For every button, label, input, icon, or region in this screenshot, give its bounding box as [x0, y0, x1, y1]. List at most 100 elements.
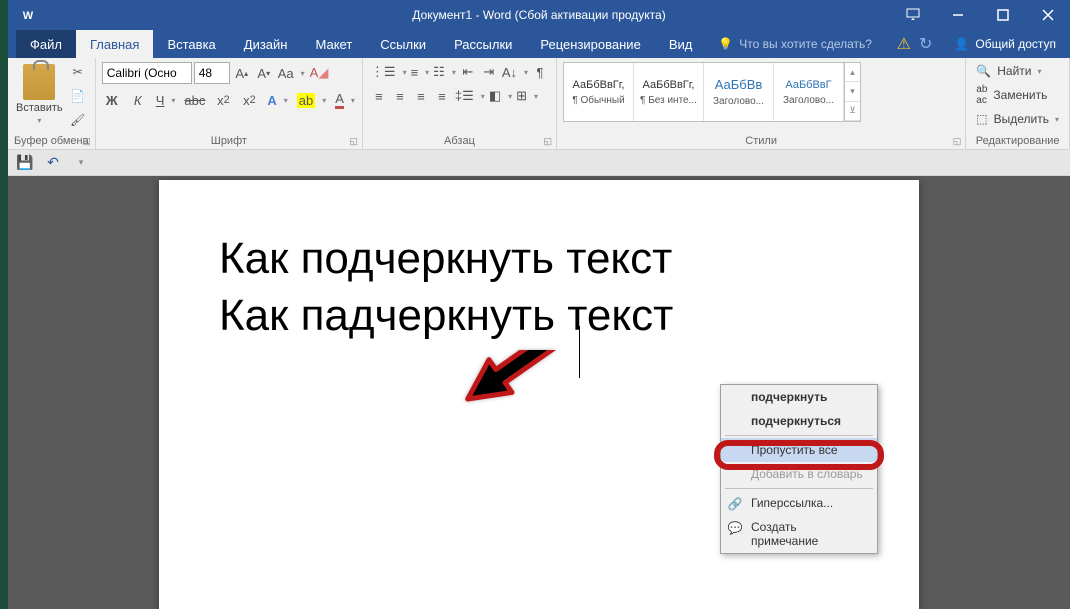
grow-font-button[interactable]: A▴ — [232, 63, 252, 83]
clear-formatting-button[interactable]: A◢ — [308, 63, 331, 83]
clipboard-group-label: Буфер обмена — [14, 135, 89, 147]
tab-home[interactable]: Главная — [76, 30, 153, 58]
underline-button[interactable]: Ч — [154, 90, 177, 110]
ctx-hyperlink-label: Гиперссылка... — [751, 496, 833, 510]
ribbon-options-button[interactable] — [890, 0, 935, 30]
styles-scroll-up[interactable]: ▴ — [845, 63, 860, 82]
tab-layout[interactable]: Макет — [301, 30, 366, 58]
minimize-button[interactable] — [935, 0, 980, 30]
tab-mailings[interactable]: Рассылки — [440, 30, 526, 58]
font-launcher[interactable]: ◱ — [349, 136, 358, 147]
bold-button[interactable]: Ж — [102, 90, 122, 110]
numbering-icon: ≡ — [411, 65, 419, 80]
paste-label: Вставить — [16, 102, 63, 114]
align-center-button[interactable]: ≡ — [390, 86, 410, 106]
share-button[interactable]: 👤 Общий доступ — [940, 30, 1070, 58]
borders-button[interactable]: ⊞ — [514, 86, 539, 106]
styles-gallery[interactable]: АаБбВвГг, ¶ Обычный АаБбВвГг, ¶ Без инте… — [563, 62, 861, 122]
align-right-icon: ≡ — [417, 89, 425, 104]
styles-more[interactable]: ⊻ — [845, 102, 860, 121]
line2-after: текст — [555, 291, 673, 340]
line-spacing-button[interactable]: ‡☰ — [453, 86, 486, 106]
multilevel-button[interactable]: ☷ — [431, 62, 457, 82]
increase-indent-button[interactable]: ⇥ — [479, 62, 499, 82]
decrease-indent-button[interactable]: ⇤ — [458, 62, 478, 82]
shrink-font-button[interactable]: A▾ — [254, 63, 274, 83]
copy-button[interactable]: 📄 — [67, 86, 89, 106]
ctx-ignore-all[interactable]: Пропустить все — [721, 438, 877, 462]
select-button[interactable]: ⬚Выделить▾ — [972, 110, 1063, 128]
paragraph-launcher[interactable]: ◱ — [543, 136, 552, 147]
ctx-suggestion-2[interactable]: подчеркнуться — [721, 409, 877, 433]
comment-icon: 💬 — [727, 520, 743, 536]
bullets-button[interactable]: ⋮☰ — [369, 62, 408, 82]
styles-launcher[interactable]: ◱ — [953, 136, 962, 147]
superscript-button[interactable]: x2 — [239, 90, 259, 110]
paintbrush-icon: 🖌 — [70, 113, 85, 127]
doc-line-2: Как падчеркнуть текст — [219, 287, 859, 344]
sort-button[interactable]: A↓ — [500, 62, 529, 82]
style-no-spacing[interactable]: АаБбВвГг, ¶ Без инте... — [634, 63, 704, 121]
numbering-button[interactable]: ≡ — [409, 62, 431, 82]
ctx-add-to-dictionary[interactable]: Добавить в словарь — [721, 462, 877, 486]
tab-design[interactable]: Дизайн — [230, 30, 302, 58]
outdent-icon: ⇤ — [462, 64, 473, 80]
align-center-icon: ≡ — [396, 89, 404, 104]
subscript-button[interactable]: x2 — [213, 90, 233, 110]
undo-button[interactable]: ↶ — [44, 154, 62, 172]
font-size-input[interactable] — [194, 62, 230, 84]
bucket-icon: ◧ — [489, 88, 501, 104]
format-painter-button[interactable]: 🖌 — [67, 110, 89, 130]
spellcheck-context-menu: подчеркнуть подчеркнуться Пропустить все… — [720, 384, 878, 554]
align-left-button[interactable]: ≡ — [369, 86, 389, 106]
justify-icon: ≡ — [438, 89, 446, 104]
ctx-hyperlink[interactable]: 🔗 Гиперссылка... — [721, 491, 877, 515]
quick-access-toolbar: 💾 ↶ ▾ — [8, 150, 1070, 176]
tell-me-label: Что вы хотите сделать? — [739, 37, 872, 51]
font-color-button[interactable]: A — [333, 90, 356, 110]
strikethrough-button[interactable]: abc — [182, 90, 207, 110]
highlight-button[interactable]: ab — [295, 90, 327, 110]
ctx-separator — [725, 488, 873, 489]
style-heading1[interactable]: АаБбВв Заголово... — [704, 63, 774, 121]
ribbon: Вставить ▾ ✂ 📄 🖌 Буфер обмена◱ A▴ A▾ — [8, 58, 1070, 150]
style-name: ¶ Обычный — [566, 95, 631, 106]
maximize-button[interactable] — [980, 0, 1025, 30]
find-button[interactable]: 🔍Найти▾ — [972, 62, 1045, 80]
tell-me[interactable]: 💡 Что вы хотите сделать? — [718, 30, 896, 58]
justify-button[interactable]: ≡ — [432, 86, 452, 106]
italic-button[interactable]: К — [128, 90, 148, 110]
group-styles: АаБбВвГг, ¶ Обычный АаБбВвГг, ¶ Без инте… — [557, 58, 966, 149]
clipboard-launcher[interactable]: ◱ — [82, 136, 91, 147]
replace-button[interactable]: abacЗаменить — [972, 82, 1051, 108]
indent-icon: ⇥ — [483, 64, 494, 80]
style-heading2[interactable]: АаБбВвГ Заголово... — [774, 63, 844, 121]
text-effects-button[interactable]: A — [265, 90, 288, 110]
paste-button[interactable]: Вставить ▾ — [14, 62, 65, 127]
lightbulb-icon: 💡 — [718, 37, 733, 51]
link-icon: 🔗 — [727, 496, 743, 512]
tab-file[interactable]: Файл — [16, 30, 76, 58]
tab-insert[interactable]: Вставка — [153, 30, 229, 58]
clipboard-icon — [23, 64, 55, 100]
ctx-suggestion-1[interactable]: подчеркнуть — [721, 385, 877, 409]
misspelled-word[interactable]: падчеркнуть — [301, 291, 555, 340]
qat-customize[interactable]: ▾ — [72, 154, 90, 172]
tab-view[interactable]: Вид — [655, 30, 707, 58]
align-right-button[interactable]: ≡ — [411, 86, 431, 106]
share-label: Общий доступ — [975, 37, 1056, 51]
style-normal[interactable]: АаБбВвГг, ¶ Обычный — [564, 63, 634, 121]
show-marks-button[interactable]: ¶ — [530, 62, 550, 82]
styles-scroll-down[interactable]: ▾ — [845, 82, 860, 101]
shading-button[interactable]: ◧ — [487, 86, 513, 106]
ctx-new-comment[interactable]: 💬Создать примечание — [721, 515, 877, 553]
tab-review[interactable]: Рецензирование — [526, 30, 654, 58]
style-preview: АаБбВвГ — [785, 79, 831, 91]
change-case-button[interactable]: Aa — [276, 63, 306, 83]
save-button[interactable]: 💾 — [16, 154, 34, 172]
tab-references[interactable]: Ссылки — [366, 30, 440, 58]
cut-button[interactable]: ✂ — [67, 62, 89, 82]
font-name-input[interactable] — [102, 62, 192, 84]
close-button[interactable] — [1025, 0, 1070, 30]
style-name: Заголово... — [776, 95, 841, 106]
